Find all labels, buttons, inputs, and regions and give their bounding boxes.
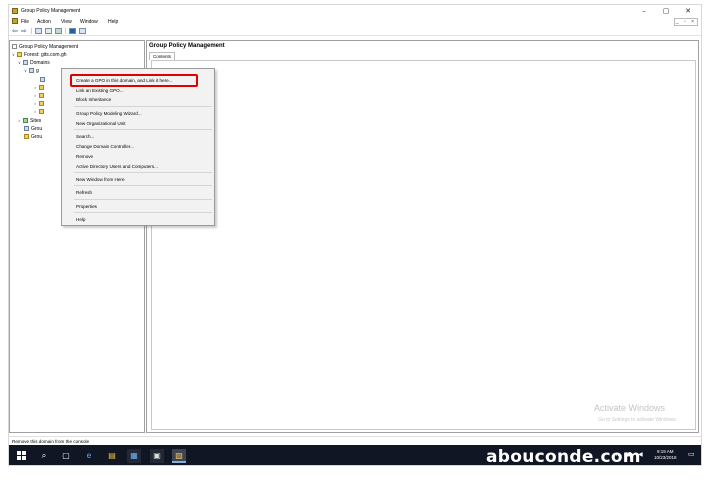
menu-item-new-window[interactable]: New Window from Here — [76, 176, 125, 183]
forward-arrow-icon[interactable]: ⇨ — [21, 28, 28, 35]
tree-root-label: Group Policy Management — [19, 43, 79, 50]
forest-icon — [17, 52, 22, 57]
mdi-window-controls[interactable]: _ ▫ × — [673, 18, 698, 26]
menu-help[interactable]: Help — [108, 19, 118, 25]
taskbar: ⌕ ▢ e ▤ ▦ ▣ ▧ abouconde.com ∧ ▣ ◀ 9:19 A… — [9, 445, 701, 465]
menu-item-properties[interactable]: Properties — [76, 203, 97, 210]
admin-tool-icon[interactable]: ▣ — [150, 449, 164, 463]
toolbar: ⇦ ⇨ — [9, 26, 701, 36]
clock-date: 10/23/2018 — [654, 455, 677, 460]
tab-contents[interactable]: Contents — [149, 52, 176, 60]
close-button[interactable]: ✕ — [677, 6, 699, 16]
results-pane: Group Policy Management Contents Activat… — [146, 40, 699, 433]
window-title: Group Policy Management — [21, 8, 81, 14]
menu-item-block-inheritance[interactable]: Block Inheritance — [76, 96, 111, 103]
task-view-icon[interactable]: ▢ — [59, 449, 73, 463]
server-manager-icon[interactable]: ▦ — [127, 449, 141, 463]
network-icon[interactable]: ▣ — [626, 451, 632, 458]
desktop-screen: Group Policy Management – ▢ ✕ File Actio… — [8, 4, 702, 466]
folder-icon — [39, 109, 44, 114]
toolbar-separator — [31, 28, 32, 34]
menu-action[interactable]: Action — [37, 19, 51, 25]
menu-item-aduc[interactable]: Active Directory Users and Computers... — [76, 163, 158, 170]
menu-separator — [74, 106, 212, 107]
edge-browser-icon[interactable]: e — [82, 449, 96, 463]
up-one-level-icon[interactable] — [45, 28, 52, 34]
start-button[interactable] — [14, 449, 28, 463]
results-icon — [24, 134, 29, 139]
notifications-icon[interactable]: ▭ — [688, 450, 695, 458]
tree-gp-modeling[interactable]: Grou — [24, 125, 42, 132]
folder-icon — [39, 93, 44, 98]
menu-separator — [74, 185, 212, 186]
menu-separator — [74, 172, 212, 173]
contents-area: Activate Windows Go to Settings to activ… — [151, 60, 696, 430]
menu-item-change-dc[interactable]: Change Domain Controller... — [76, 143, 134, 150]
menu-item-new-ou[interactable]: New Organizational Unit — [76, 120, 126, 127]
domain-icon — [29, 68, 34, 73]
menu-view[interactable]: View — [61, 19, 72, 25]
tray-clock[interactable]: 9:19 AM 10/23/2018 — [654, 449, 677, 461]
menu-item-link-existing-gpo[interactable]: Link an Existing GPO... — [76, 87, 124, 94]
tray-chevron-icon[interactable]: ∧ — [615, 451, 619, 458]
menu-separator — [74, 212, 212, 213]
toolbar-separator — [65, 28, 66, 34]
title-bar: Group Policy Management – ▢ ✕ — [9, 5, 701, 17]
tree-domain[interactable]: ∨ g — [24, 67, 39, 74]
activation-watermark-subtitle: Go to Settings to activate Windows. — [598, 417, 677, 423]
tree-root[interactable]: Group Policy Management — [12, 43, 78, 50]
menu-window[interactable]: Window — [80, 19, 98, 25]
menu-item-help[interactable]: Help — [76, 216, 85, 223]
menu-item-create-gpo[interactable]: Create a GPO in this domain, and Link it… — [76, 77, 173, 84]
refresh-icon[interactable] — [55, 28, 62, 34]
tree-child-item[interactable] — [40, 76, 47, 83]
action-pane-icon[interactable] — [79, 28, 86, 34]
help-icon[interactable] — [69, 28, 76, 34]
sites-icon — [23, 118, 28, 123]
menu-file[interactable]: File — [21, 19, 29, 25]
folder-icon — [39, 85, 44, 90]
modeling-icon — [24, 126, 29, 131]
gpo-link-icon — [40, 77, 45, 82]
tree-sites[interactable]: > Sites — [18, 117, 41, 124]
tree-domains-label: Domains — [30, 59, 50, 66]
tree-domain-label: g — [36, 67, 39, 74]
tree-domains[interactable]: ∨ Domains — [18, 59, 50, 66]
domains-icon — [23, 60, 28, 65]
tree-forest-label: Forest: gits.com.gh — [24, 51, 67, 58]
gpm-taskbar-icon[interactable]: ▧ — [172, 449, 186, 463]
menu-item-modeling-wizard[interactable]: Group Policy Modeling Wizard... — [76, 110, 142, 117]
menu-item-remove[interactable]: Remove — [76, 153, 93, 160]
show-hide-tree-icon[interactable] — [35, 28, 42, 34]
maximize-button[interactable]: ▢ — [655, 6, 677, 16]
volume-icon[interactable]: ◀ — [638, 451, 643, 458]
tree-forest[interactable]: ∨ Forest: gits.com.gh — [12, 51, 67, 58]
menu-separator — [74, 129, 212, 130]
tree-child-item[interactable]: > — [34, 100, 46, 107]
back-arrow-icon[interactable]: ⇦ — [12, 28, 19, 35]
tree-gp-results[interactable]: Grou — [24, 133, 42, 140]
tree-child-item[interactable]: > — [34, 84, 46, 91]
tree-gp-results-label: Grou — [31, 133, 43, 140]
menu-bar: File Action View Window Help _ ▫ × — [9, 17, 701, 26]
mmc-document-icon — [12, 18, 18, 24]
folder-icon — [39, 101, 44, 106]
menu-item-search[interactable]: Search... — [76, 133, 94, 140]
tree-child-item[interactable]: > — [34, 108, 46, 115]
gpm-app-icon — [12, 8, 18, 14]
tree-child-item[interactable]: > — [34, 92, 46, 99]
search-icon[interactable]: ⌕ — [37, 449, 51, 463]
gpm-root-icon — [12, 44, 17, 49]
tree-sites-label: Sites — [30, 117, 42, 124]
activation-watermark-title: Activate Windows — [593, 403, 665, 413]
menu-separator — [74, 199, 212, 200]
context-menu: Create a GPO in this domain, and Link it… — [61, 68, 215, 226]
pane-title: Group Policy Management — [149, 43, 225, 49]
tree-gp-modeling-label: Grou — [31, 125, 43, 132]
minimize-button[interactable]: – — [633, 6, 655, 16]
status-bar: Remove this domain from the console — [9, 436, 701, 445]
windows-logo-icon — [16, 451, 26, 460]
file-explorer-icon[interactable]: ▤ — [105, 449, 119, 463]
menu-item-refresh[interactable]: Refresh — [76, 189, 92, 196]
